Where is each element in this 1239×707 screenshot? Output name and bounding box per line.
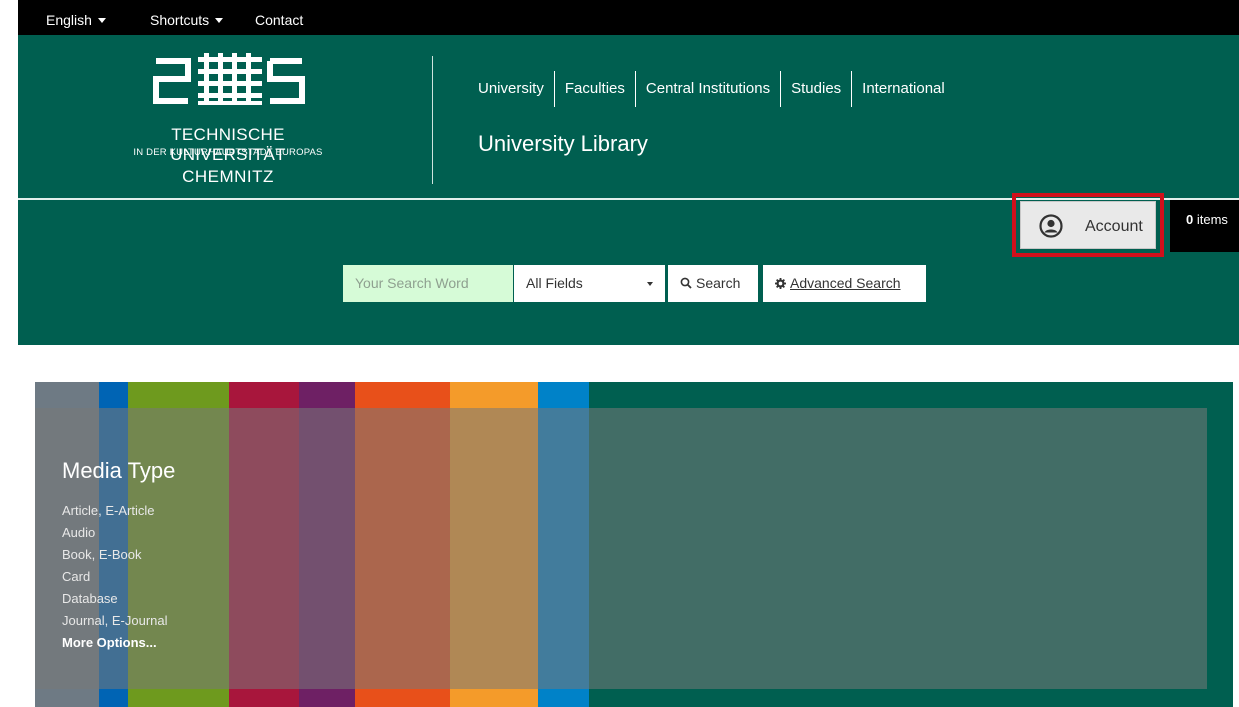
advanced-search-label: Advanced Search [790, 275, 901, 291]
logo-line-university: TECHNISCHE UNIVERSITÄT [170, 125, 286, 164]
media-type-banner: Media Type Article, E-Article Audio Book… [35, 382, 1233, 707]
media-type-panel [35, 408, 1207, 689]
page-title[interactable]: University Library [478, 131, 648, 157]
university-logo[interactable]: TECHNISCHE UNIVERSITÄT IN DER KULTURHAUP… [118, 53, 338, 193]
account-highlight: Account [1012, 193, 1164, 257]
user-circle-icon [1039, 214, 1063, 238]
media-type-option-journal[interactable]: Journal, E-Journal [62, 610, 168, 632]
header: TECHNISCHE UNIVERSITÄT IN DER KULTURHAUP… [18, 35, 1239, 199]
language-label: English [46, 12, 92, 28]
media-type-list: Article, E-Article Audio Book, E-Book Ca… [62, 500, 168, 654]
top-bar: English Shortcuts Contact [18, 0, 1239, 35]
gear-icon [775, 277, 786, 289]
shortcuts-label: Shortcuts [150, 12, 210, 28]
search-input[interactable]: Your Search Word [343, 265, 513, 302]
media-type-option-audio[interactable]: Audio [62, 522, 168, 544]
media-type-option-article[interactable]: Article, E-Article [62, 500, 168, 522]
search-button[interactable]: Search [668, 265, 758, 302]
account-label: Account [1085, 218, 1143, 235]
header-divider [432, 56, 433, 184]
logo-line-city: CHEMNITZ [182, 167, 274, 186]
media-type-option-card[interactable]: Card [62, 566, 168, 588]
shortcuts-menu[interactable]: Shortcuts [150, 12, 224, 28]
nav-item-studies[interactable]: Studies [780, 71, 851, 107]
chevron-down-icon [215, 17, 224, 23]
search-field-value: All Fields [526, 275, 583, 291]
nav-item-university[interactable]: University [468, 71, 554, 107]
caret-down-icon [647, 282, 653, 286]
main-nav: University Faculties Central Institution… [468, 71, 955, 107]
more-options-link[interactable]: More Options... [62, 632, 168, 654]
chevron-down-icon [97, 17, 106, 23]
search-button-label: Search [696, 275, 741, 291]
media-type-option-book[interactable]: Book, E-Book [62, 544, 168, 566]
media-type-title: Media Type [62, 458, 176, 483]
left-gutter [0, 0, 18, 707]
search-field-select[interactable]: All Fields [514, 265, 665, 302]
logo-line-subtitle: IN DER KULTURHAUPTSTADT EUROPAS [133, 147, 323, 158]
nav-item-central-institutions[interactable]: Central Institutions [634, 71, 780, 107]
contact-link[interactable]: Contact [255, 12, 303, 28]
nav-item-international[interactable]: International [851, 71, 955, 107]
search-icon [680, 277, 692, 289]
media-type-option-database[interactable]: Database [62, 588, 168, 610]
cart-tab-corner [1170, 236, 1186, 252]
account-button[interactable]: Account [1020, 201, 1156, 249]
advanced-search-button[interactable]: Advanced Search [763, 265, 926, 302]
nav-item-faculties[interactable]: Faculties [553, 71, 635, 107]
language-menu[interactable]: English [46, 12, 106, 28]
tu-chemnitz-logo-icon [153, 53, 305, 105]
cart-label: items [1193, 212, 1228, 227]
